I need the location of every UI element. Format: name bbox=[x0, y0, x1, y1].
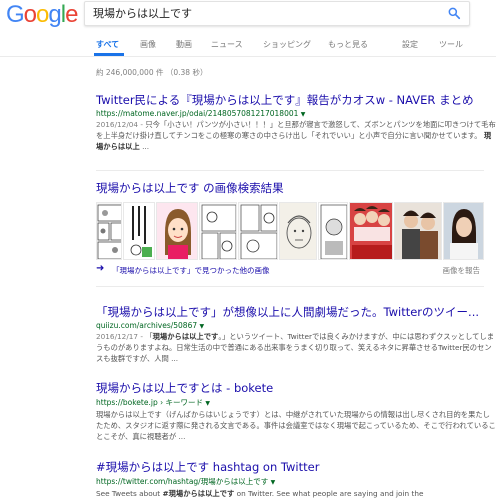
dropdown-arrow-icon[interactable]: ▼ bbox=[301, 111, 306, 118]
result-date: 2016/12/17 - bbox=[96, 332, 146, 341]
tab-images[interactable]: 画像 bbox=[140, 39, 156, 50]
tab-more[interactable]: もっと見る bbox=[328, 39, 368, 50]
snippet-tail: ... bbox=[139, 142, 150, 151]
snippet-prefix: 「 bbox=[145, 332, 153, 341]
result-url-text: https://matome.naver.jp/odai/21480570812… bbox=[96, 109, 299, 118]
manga-image bbox=[97, 204, 121, 259]
result-title-link[interactable]: #現場からは以上です hashtag on Twitter bbox=[96, 459, 496, 475]
tab-news[interactable]: ニュース bbox=[211, 39, 243, 50]
arrow-right-icon: ➜ bbox=[96, 263, 105, 274]
image-thumbnail[interactable] bbox=[156, 202, 198, 260]
search-icon[interactable] bbox=[447, 6, 461, 20]
search-result: Twitter民による『現場からは以上です』報告がカオスw - NAVER まと… bbox=[96, 92, 496, 152]
divider bbox=[96, 286, 484, 287]
snippet-highlight: 現場からは以上です bbox=[152, 332, 219, 341]
header: Google bbox=[0, 0, 496, 30]
tab-all[interactable]: すべて bbox=[96, 39, 119, 50]
drama-poster-image bbox=[350, 203, 392, 259]
manga-image bbox=[240, 204, 277, 259]
dropdown-arrow-icon[interactable]: ▼ bbox=[205, 400, 210, 407]
dropdown-arrow-icon[interactable]: ▼ bbox=[271, 479, 276, 486]
result-stats: 約 246,000,000 件 （0.38 秒） bbox=[96, 68, 208, 77]
image-thumbnail[interactable] bbox=[349, 202, 393, 260]
sketch-face-image bbox=[286, 215, 312, 249]
result-snippet: 2016/12/17 - 「現場からは以上です。」というツイート、Twitter… bbox=[96, 331, 496, 364]
image-thumbnail[interactable] bbox=[96, 202, 122, 260]
result-title-link[interactable]: 「現場からは以上です」が想像以上に人間劇場だった。Twitterのツイー... bbox=[96, 304, 496, 320]
result-url: https://twitter.com/hashtag/現場からは以上です ▼ bbox=[96, 476, 496, 487]
manga-image bbox=[201, 204, 236, 259]
actors-photo-image bbox=[402, 210, 438, 259]
search-box[interactable] bbox=[84, 1, 470, 26]
cartoon-girl-image bbox=[165, 209, 191, 259]
search-result: 「現場からは以上です」が想像以上に人間劇場だった。Twitterのツイー... … bbox=[96, 304, 496, 364]
google-logo[interactable]: Google bbox=[6, 1, 78, 29]
result-url-text: quiizu.com/archives/50867 bbox=[96, 321, 198, 330]
result-url-text: https://bokete.jp › キーワード bbox=[96, 398, 203, 407]
text-illustration-image bbox=[130, 206, 152, 257]
search-input[interactable] bbox=[93, 4, 423, 22]
image-thumbnail[interactable] bbox=[394, 202, 442, 260]
result-snippet: 現場からは以上です（げんばからはいじょうです）とは、中継がされていた現場からの情… bbox=[96, 410, 496, 441]
tab-settings[interactable]: 設定 bbox=[402, 39, 418, 50]
snippet-highlight: #現場からは以上です bbox=[162, 489, 235, 498]
actress-photo-image bbox=[450, 209, 478, 259]
manga-image bbox=[320, 204, 347, 259]
snippet-text: on Twitter. See what people are saying a… bbox=[234, 489, 424, 498]
image-thumbnail[interactable] bbox=[123, 202, 155, 260]
snippet-text: 只今「小さい！パンツが小さい！！！」と旦那が寝言で激怒して、ズボンとパンツを地面… bbox=[96, 120, 496, 140]
search-result: #現場からは以上です hashtag on Twitter https://tw… bbox=[96, 459, 496, 499]
image-thumbnail[interactable] bbox=[238, 202, 278, 260]
result-title-link[interactable]: 現場からは以上ですとは - bokete bbox=[96, 380, 496, 396]
search-result: 現場からは以上ですとは - bokete https://bokete.jp ›… bbox=[96, 380, 496, 442]
tab-shopping[interactable]: ショッピング bbox=[263, 39, 311, 50]
result-snippet: See Tweets about #現場からは以上です on Twitter. … bbox=[96, 488, 496, 499]
result-url: quiizu.com/archives/50867 ▼ bbox=[96, 321, 496, 330]
more-images-row: ➜ 「現場からは以上です」で見つかった他の画像 画像を報告 bbox=[96, 263, 484, 277]
more-images-link[interactable]: 「現場からは以上です」で見つかった他の画像 bbox=[112, 265, 270, 276]
result-snippet: 2016/12/04 - 只今「小さい！パンツが小さい！！！」と旦那が寝言で激怒… bbox=[96, 119, 496, 152]
active-tab-indicator bbox=[94, 53, 124, 56]
report-images-link[interactable]: 画像を報告 bbox=[443, 265, 481, 276]
image-thumbnail[interactable] bbox=[199, 202, 237, 260]
image-thumbnail[interactable] bbox=[279, 202, 317, 260]
result-title-link[interactable]: Twitter民による『現場からは以上です』報告がカオスw - NAVER まと… bbox=[96, 92, 496, 108]
result-url: https://matome.naver.jp/odai/21480570812… bbox=[96, 109, 496, 118]
tab-videos[interactable]: 動画 bbox=[176, 39, 192, 50]
divider bbox=[96, 170, 484, 171]
image-thumbnail[interactable] bbox=[443, 202, 484, 260]
result-url: https://bokete.jp › キーワード ▼ bbox=[96, 397, 496, 408]
result-date: 2016/12/04 - bbox=[96, 120, 146, 129]
image-results-title[interactable]: 現場からは以上です の画像検索結果 bbox=[96, 180, 284, 196]
tab-tools[interactable]: ツール bbox=[439, 39, 463, 50]
snippet-prefix: See Tweets about bbox=[96, 489, 163, 498]
image-thumbnail[interactable] bbox=[318, 202, 348, 260]
dropdown-arrow-icon[interactable]: ▼ bbox=[200, 323, 205, 330]
result-url-text: https://twitter.com/hashtag/現場からは以上です bbox=[96, 477, 269, 486]
search-tabs: すべて 画像 動画 ニュース ショッピング もっと見る 設定 ツール bbox=[0, 30, 496, 57]
image-thumbnails bbox=[96, 202, 484, 260]
